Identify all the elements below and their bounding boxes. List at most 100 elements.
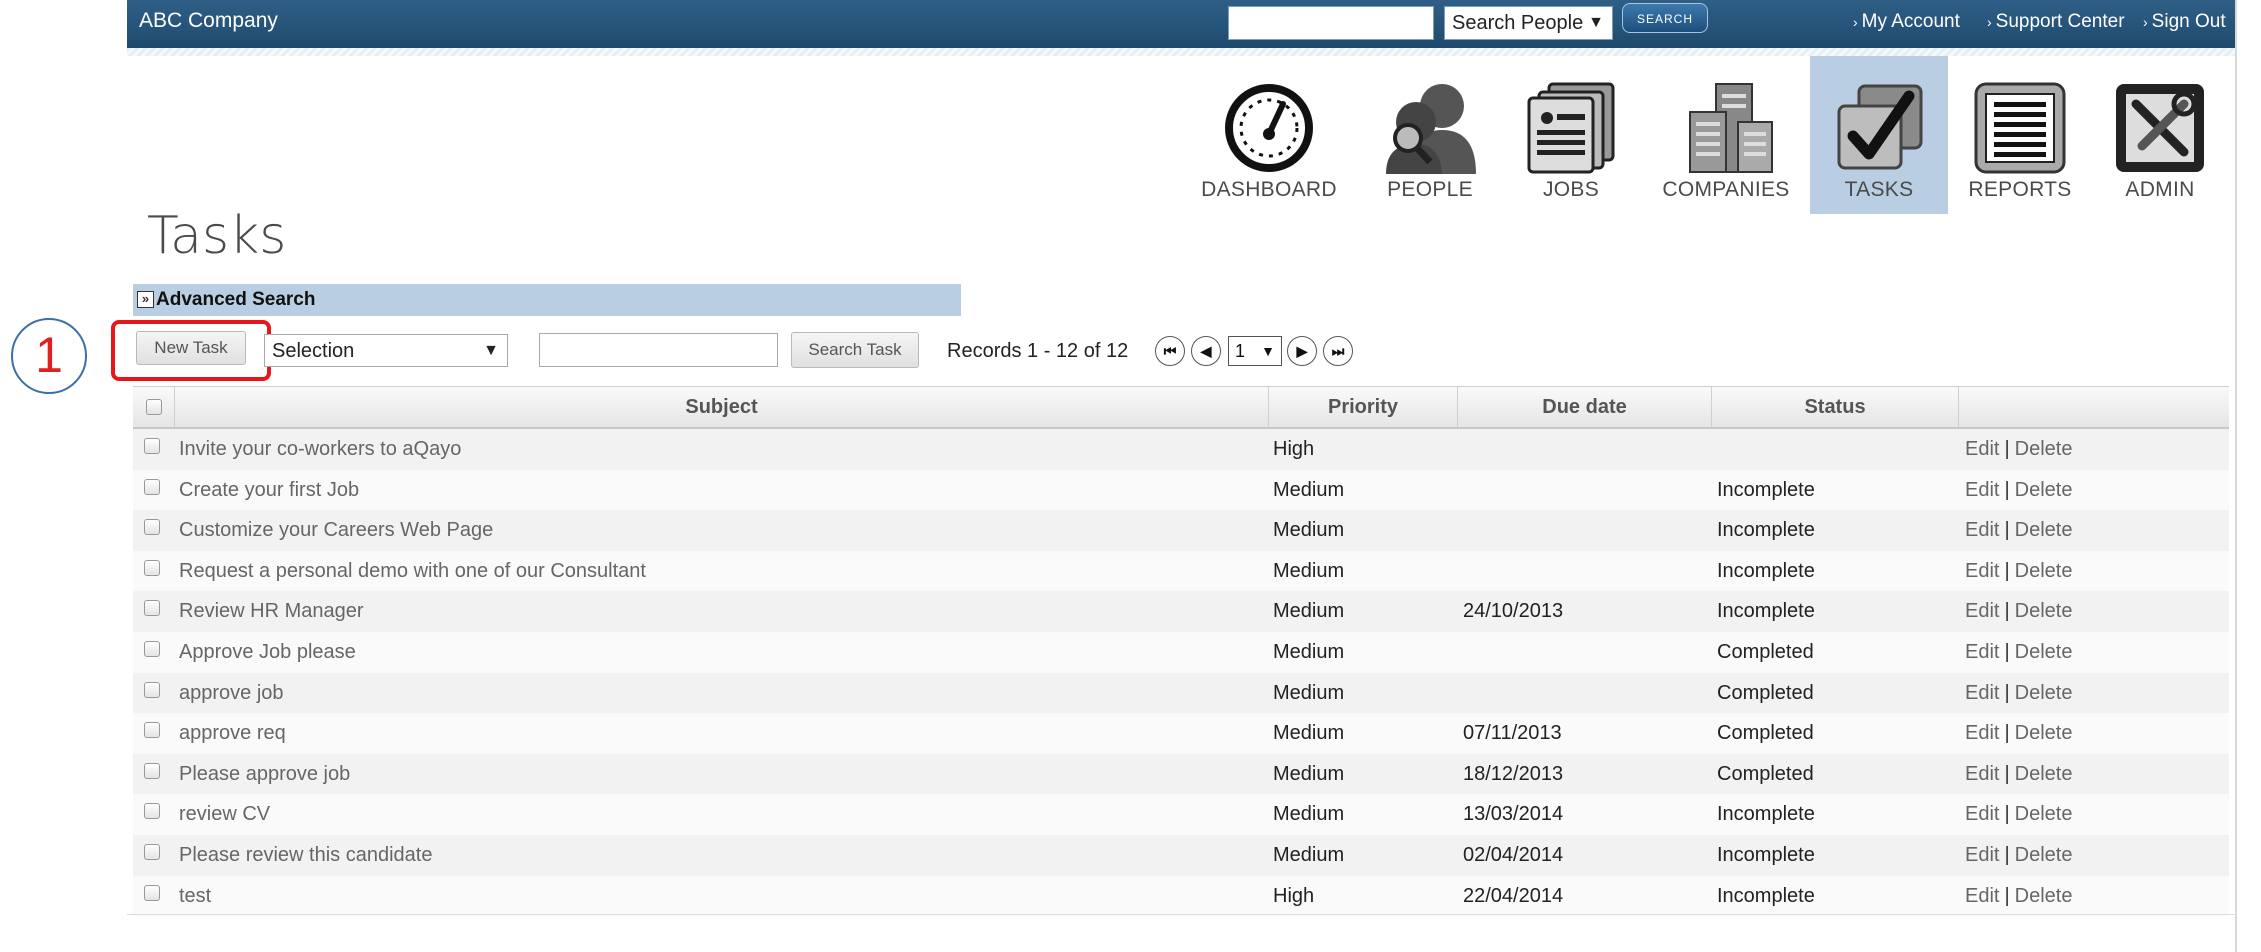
my-account-link[interactable]: › My Account — [1853, 11, 1960, 33]
edit-link[interactable]: Edit — [1965, 600, 1999, 622]
search-type-select[interactable]: Search People ▼ — [1444, 6, 1613, 40]
prev-page-icon[interactable]: ◀ — [1191, 336, 1221, 366]
delete-link[interactable]: Delete — [2015, 682, 2073, 704]
chevron-right-icon: › — [1987, 14, 1992, 30]
company-name: ABC Company — [139, 9, 278, 32]
row-checkbox[interactable] — [144, 600, 160, 617]
cell-actions: Edit | Delete — [1965, 632, 2072, 672]
edit-link[interactable]: Edit — [1965, 803, 1999, 825]
row-checkbox[interactable] — [144, 722, 160, 739]
delete-link[interactable]: Delete — [2015, 763, 2073, 785]
cell-priority: Medium — [1273, 843, 1345, 866]
delete-link[interactable]: Delete — [2015, 844, 2073, 866]
cell-actions: Edit | Delete — [1965, 794, 2072, 834]
support-center-link[interactable]: › Support Center — [1987, 11, 2125, 33]
delete-link[interactable]: Delete — [2015, 560, 2073, 582]
cell-priority: Medium — [1273, 803, 1345, 826]
new-task-button[interactable]: New Task — [136, 331, 246, 365]
cell-priority: Medium — [1273, 762, 1345, 785]
cell-subject: Invite your co-workers to aQayo — [179, 438, 462, 460]
cell-status: Completed — [1717, 681, 1814, 704]
edit-link[interactable]: Edit — [1965, 438, 1999, 460]
row-checkbox[interactable] — [144, 559, 160, 576]
edit-link[interactable]: Edit — [1965, 519, 1999, 541]
delete-link[interactable]: Delete — [2015, 438, 2073, 460]
tasks-checkmark-icon — [1837, 84, 1923, 170]
header-due-date[interactable]: Due date — [1458, 387, 1712, 427]
edit-link[interactable]: Edit — [1965, 844, 1999, 866]
edit-link[interactable]: Edit — [1965, 885, 1999, 907]
edit-link[interactable]: Edit — [1965, 560, 1999, 582]
cell-subject: approve job — [179, 681, 284, 704]
nav-dashboard[interactable]: DASHBOARD — [1200, 56, 1338, 214]
sign-out-link[interactable]: › Sign Out — [2143, 11, 2226, 33]
row-checkbox[interactable] — [144, 843, 160, 860]
next-page-icon[interactable]: ▶ — [1287, 336, 1317, 366]
task-search-input[interactable] — [539, 333, 778, 367]
cell-priority: Medium — [1273, 640, 1345, 663]
row-checkbox[interactable] — [144, 438, 160, 454]
page-number-select[interactable]: 1 ▼ — [1228, 336, 1282, 366]
last-page-icon[interactable]: ⏭ — [1323, 336, 1353, 366]
cell-due-date: 02/04/2014 — [1463, 843, 1564, 866]
nav-people[interactable]: PEOPLE — [1361, 56, 1499, 214]
first-page-icon[interactable]: ⏮ — [1155, 336, 1185, 366]
table-row: Create your first Job Medium Incomplete Edi… — [133, 469, 2229, 511]
nav-jobs[interactable]: JOBS — [1502, 56, 1640, 214]
action-separator: | — [2004, 438, 2010, 460]
nav-companies[interactable]: COMPANIES — [1657, 56, 1795, 214]
global-search-button[interactable]: SEARCH — [1622, 3, 1708, 33]
advanced-search-bar[interactable]: » Advanced Search — [133, 284, 961, 316]
cell-subject: test — [179, 884, 212, 907]
table-row: Review HR Manager Medium 24/10/2013 Incompl… — [133, 591, 2229, 632]
select-all-checkbox[interactable] — [146, 399, 162, 415]
cell-priority: Medium — [1273, 722, 1345, 745]
chevron-down-icon: ▼ — [1588, 14, 1604, 31]
nav-admin-label: ADMIN — [2125, 178, 2195, 201]
row-checkbox[interactable] — [144, 478, 160, 495]
delete-link[interactable]: Delete — [2015, 803, 2073, 825]
edit-link[interactable]: Edit — [1965, 682, 1999, 704]
nav-reports-label: REPORTS — [1968, 178, 2072, 201]
row-checkbox[interactable] — [144, 762, 160, 779]
jobs-documents-icon — [1527, 82, 1615, 174]
delete-link[interactable]: Delete — [2015, 519, 2073, 541]
cell-priority: Medium — [1273, 600, 1345, 623]
advanced-search-label: Advanced Search — [156, 289, 316, 310]
table-row: review CV Medium 13/03/2014 Incomplete Edit |… — [133, 794, 2229, 835]
action-separator: | — [2004, 762, 2010, 785]
cell-status: Completed — [1717, 762, 1814, 785]
row-checkbox[interactable] — [144, 803, 160, 820]
header-subject[interactable]: Subject — [175, 387, 1269, 427]
cell-subject: Please approve job — [179, 762, 351, 785]
edit-link[interactable]: Edit — [1965, 763, 1999, 785]
row-checkbox[interactable] — [144, 640, 160, 657]
action-separator: | — [2004, 843, 2010, 866]
delete-link[interactable]: Delete — [2015, 722, 2073, 744]
delete-link[interactable]: Delete — [2015, 600, 2073, 622]
cell-actions: Edit | Delete — [1965, 510, 2072, 550]
nav-jobs-label: JOBS — [1542, 178, 1600, 201]
nav-tasks[interactable]: TASKS — [1810, 56, 1948, 214]
row-checkbox[interactable] — [144, 884, 160, 901]
cell-status: Incomplete — [1717, 478, 1815, 501]
nav-reports[interactable]: REPORTS — [1951, 56, 2089, 214]
delete-link[interactable]: Delete — [2015, 885, 2073, 907]
global-search-input[interactable] — [1228, 6, 1434, 40]
edit-link[interactable]: Edit — [1965, 722, 1999, 744]
edit-link[interactable]: Edit — [1965, 479, 1999, 501]
search-task-button[interactable]: Search Task — [791, 332, 919, 368]
edit-link[interactable]: Edit — [1965, 641, 1999, 663]
header-priority[interactable]: Priority — [1269, 387, 1458, 427]
header-status[interactable]: Status — [1712, 387, 1959, 427]
action-separator: | — [2004, 600, 2010, 623]
delete-link[interactable]: Delete — [2015, 479, 2073, 501]
search-type-value: Search People — [1452, 12, 1584, 34]
expand-icon[interactable]: » — [137, 291, 154, 308]
delete-link[interactable]: Delete — [2015, 641, 2073, 663]
row-checkbox[interactable] — [144, 681, 160, 698]
page-number-value: 1 — [1235, 341, 1246, 361]
row-checkbox[interactable] — [144, 519, 160, 536]
nav-admin[interactable]: ADMIN — [2091, 56, 2229, 214]
selection-dropdown[interactable]: Selection ▼ — [264, 334, 508, 367]
